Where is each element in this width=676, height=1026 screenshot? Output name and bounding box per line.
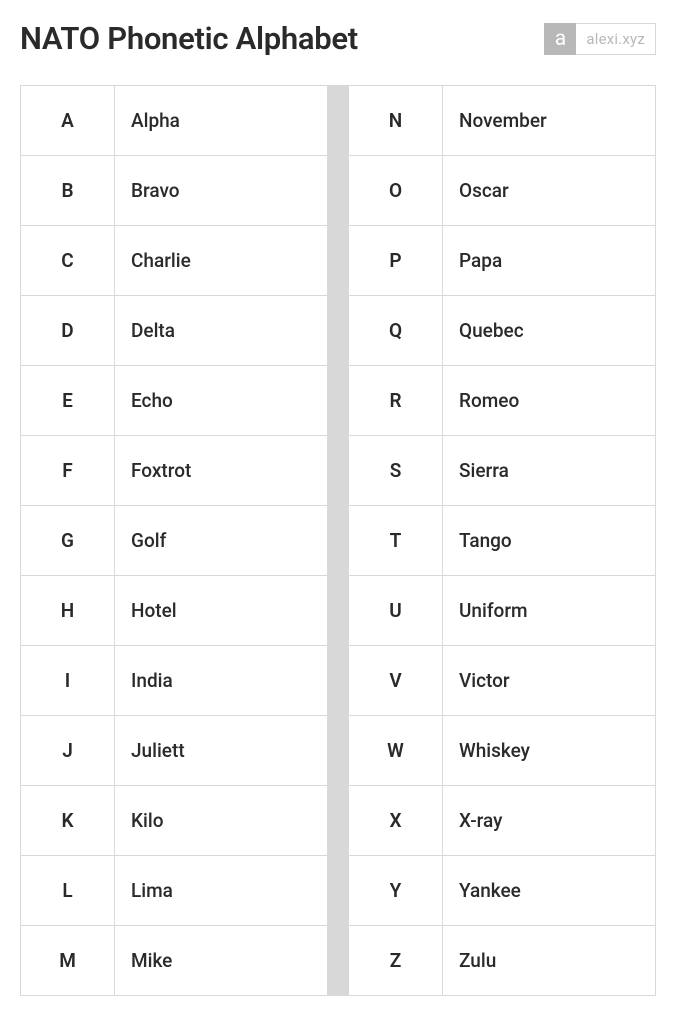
word-cell: Hotel xyxy=(115,576,328,646)
table-row: JJuliett xyxy=(21,716,328,786)
word-cell: November xyxy=(443,86,656,156)
word-cell: Zulu xyxy=(443,926,656,996)
table-row: RRomeo xyxy=(349,366,656,436)
letter-cell: X xyxy=(349,786,443,856)
word-cell: Oscar xyxy=(443,156,656,226)
letter-cell: I xyxy=(21,646,115,716)
letter-cell: T xyxy=(349,506,443,576)
tables-container: AAlphaBBravoCCharlieDDeltaEEchoFFoxtrotG… xyxy=(20,85,656,996)
letter-cell: U xyxy=(349,576,443,646)
word-cell: Sierra xyxy=(443,436,656,506)
word-cell: Tango xyxy=(443,506,656,576)
table-row: KKilo xyxy=(21,786,328,856)
letter-cell: D xyxy=(21,296,115,366)
phonetic-table-left: AAlphaBBravoCCharlieDDeltaEEchoFFoxtrotG… xyxy=(20,85,328,996)
word-cell: Bravo xyxy=(115,156,328,226)
word-cell: Foxtrot xyxy=(115,436,328,506)
letter-cell: K xyxy=(21,786,115,856)
letter-cell: O xyxy=(349,156,443,226)
table-row: FFoxtrot xyxy=(21,436,328,506)
table-row: HHotel xyxy=(21,576,328,646)
table-row: BBravo xyxy=(21,156,328,226)
word-cell: X-ray xyxy=(443,786,656,856)
table-row: WWhiskey xyxy=(349,716,656,786)
table-row: AAlpha xyxy=(21,86,328,156)
table-row: QQuebec xyxy=(349,296,656,366)
table-row: EEcho xyxy=(21,366,328,436)
letter-cell: G xyxy=(21,506,115,576)
letter-cell: V xyxy=(349,646,443,716)
word-cell: Golf xyxy=(115,506,328,576)
letter-cell: J xyxy=(21,716,115,786)
table-row: YYankee xyxy=(349,856,656,926)
word-cell: Charlie xyxy=(115,226,328,296)
word-cell: Quebec xyxy=(443,296,656,366)
letter-cell: L xyxy=(21,856,115,926)
letter-cell: M xyxy=(21,926,115,996)
table-row: XX-ray xyxy=(349,786,656,856)
table-divider xyxy=(328,85,348,996)
word-cell: Victor xyxy=(443,646,656,716)
table-row: IIndia xyxy=(21,646,328,716)
letter-cell: S xyxy=(349,436,443,506)
word-cell: Mike xyxy=(115,926,328,996)
letter-cell: H xyxy=(21,576,115,646)
brand-icon: a xyxy=(544,23,576,55)
word-cell: Delta xyxy=(115,296,328,366)
letter-cell: B xyxy=(21,156,115,226)
table-row: OOscar xyxy=(349,156,656,226)
table-row: PPapa xyxy=(349,226,656,296)
word-cell: Whiskey xyxy=(443,716,656,786)
header: NATO Phonetic Alphabet a alexi.xyz xyxy=(20,20,656,57)
letter-cell: A xyxy=(21,86,115,156)
table-row: NNovember xyxy=(349,86,656,156)
letter-cell: F xyxy=(21,436,115,506)
table-row: CCharlie xyxy=(21,226,328,296)
table-row: MMike xyxy=(21,926,328,996)
letter-cell: Z xyxy=(349,926,443,996)
word-cell: Alpha xyxy=(115,86,328,156)
word-cell: Echo xyxy=(115,366,328,436)
page-title: NATO Phonetic Alphabet xyxy=(20,20,358,57)
table-row: TTango xyxy=(349,506,656,576)
table-row: ZZulu xyxy=(349,926,656,996)
table-row: LLima xyxy=(21,856,328,926)
letter-cell: E xyxy=(21,366,115,436)
brand-text: alexi.xyz xyxy=(576,23,656,55)
letter-cell: W xyxy=(349,716,443,786)
letter-cell: Q xyxy=(349,296,443,366)
word-cell: Romeo xyxy=(443,366,656,436)
table-row: DDelta xyxy=(21,296,328,366)
word-cell: Uniform xyxy=(443,576,656,646)
letter-cell: Y xyxy=(349,856,443,926)
word-cell: Yankee xyxy=(443,856,656,926)
word-cell: Lima xyxy=(115,856,328,926)
brand-badge: a alexi.xyz xyxy=(544,23,656,55)
word-cell: Kilo xyxy=(115,786,328,856)
word-cell: Papa xyxy=(443,226,656,296)
table-row: SSierra xyxy=(349,436,656,506)
letter-cell: N xyxy=(349,86,443,156)
letter-cell: R xyxy=(349,366,443,436)
word-cell: Juliett xyxy=(115,716,328,786)
table-row: GGolf xyxy=(21,506,328,576)
letter-cell: P xyxy=(349,226,443,296)
letter-cell: C xyxy=(21,226,115,296)
table-row: VVictor xyxy=(349,646,656,716)
table-row: UUniform xyxy=(349,576,656,646)
word-cell: India xyxy=(115,646,328,716)
phonetic-table-right: NNovemberOOscarPPapaQQuebecRRomeoSSierra… xyxy=(348,85,656,996)
